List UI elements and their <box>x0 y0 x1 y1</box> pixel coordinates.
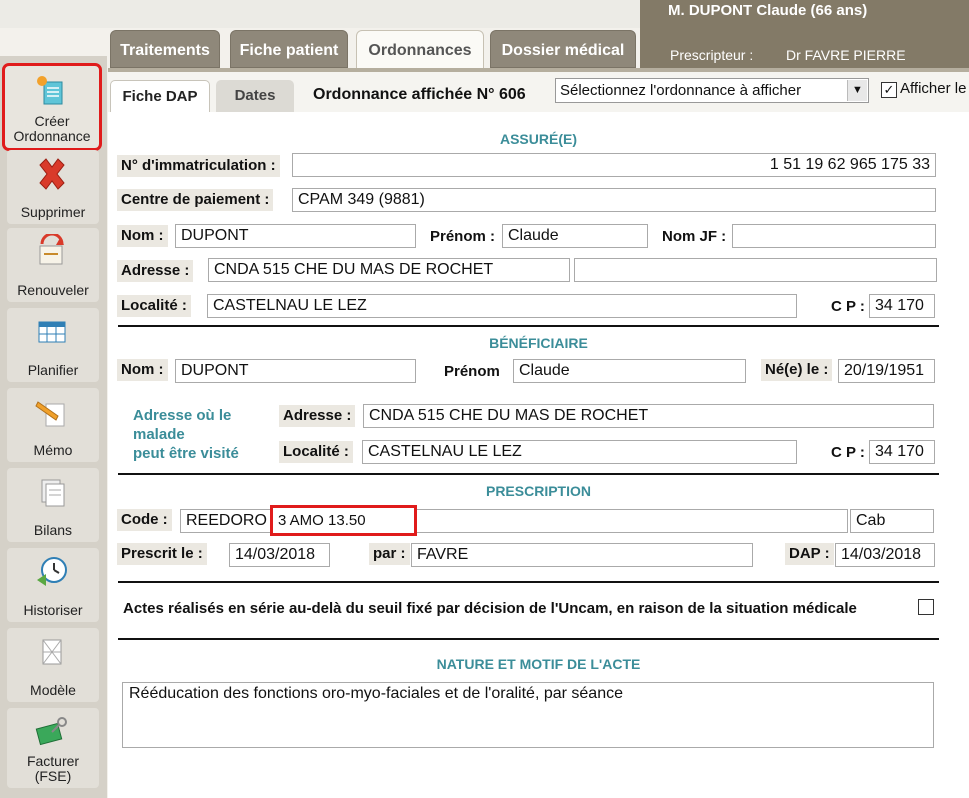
plan-button[interactable]: Planifier <box>7 308 99 382</box>
afficher-checkbox[interactable]: ✓ <box>881 82 897 98</box>
adresse2-field[interactable] <box>574 258 937 282</box>
immat-field[interactable]: 1 51 19 62 965 175 33 <box>292 153 936 177</box>
section-nature-title: NATURE ET MOTIF DE L'ACTE <box>436 656 641 672</box>
patient-name: M. DUPONT Claude (66 ans) <box>668 2 868 19</box>
localite-label: Localité : <box>117 295 191 317</box>
dap-field[interactable]: 14/03/2018 <box>835 543 935 567</box>
nom-field[interactable]: DUPONT <box>175 224 416 248</box>
prescrit-label: Prescrit le : <box>117 543 207 565</box>
memo-label: Mémo <box>33 442 73 458</box>
ordonnance-select[interactable]: Sélectionnez l'ordonnance à afficher ▼ <box>555 78 869 103</box>
renew-icon <box>39 234 64 265</box>
calendar-grid-icon <box>38 321 66 343</box>
afficher-label: Afficher le <box>900 80 967 97</box>
adresse-visite-line2: malade <box>133 426 185 443</box>
par-field[interactable]: FAVRE <box>411 543 753 567</box>
documents-icon <box>41 479 65 507</box>
ordonnance-number: Ordonnance affichée N° 606 <box>313 86 526 103</box>
delete-button[interactable]: Supprimer <box>7 150 99 224</box>
par-label: par : <box>369 543 410 565</box>
divider-prescription <box>118 581 939 583</box>
serie-checkbox[interactable] <box>918 599 934 615</box>
create-prescription-button[interactable]: Créer Ordonnance <box>2 63 102 151</box>
cp-field[interactable]: 34 170 <box>869 294 935 318</box>
benef-adresse-field[interactable]: CNDA 515 CHE DU MAS DE ROCHET <box>363 404 934 428</box>
benef-ne-field[interactable]: 20/19/1951 <box>838 359 935 383</box>
divider-assure <box>118 325 939 327</box>
adresse-visite-line3: peut être visité <box>133 445 239 462</box>
billing-card-icon <box>35 717 67 746</box>
tab-dossier-medical[interactable]: Dossier médical <box>490 30 636 68</box>
adresse-label: Adresse : <box>117 260 194 282</box>
plan-label: Planifier <box>27 362 79 378</box>
benef-cp-label: C P : <box>831 444 865 461</box>
tab-dates[interactable]: Dates <box>216 80 294 112</box>
billing-label-2: (FSE) <box>34 768 72 784</box>
create-label-1: Créer <box>34 113 70 129</box>
history-label: Historiser <box>23 602 83 618</box>
prescriber-label: Prescripteur : <box>670 47 754 63</box>
create-label-2: Ordonnance <box>13 128 91 144</box>
prenom-field[interactable]: Claude <box>502 224 648 248</box>
section-beneficiaire-title: BÉNÉFICIAIRE <box>489 335 588 351</box>
chevron-down-icon[interactable]: ▼ <box>847 80 867 101</box>
dap-label: DAP : <box>785 543 834 565</box>
tab-traitements[interactable]: Traitements <box>110 30 220 68</box>
adresse-field[interactable]: CNDA 515 CHE DU MAS DE ROCHET <box>208 258 570 282</box>
history-button[interactable]: Historiser <box>7 548 99 622</box>
benef-ne-label: Né(e) le : <box>761 359 833 381</box>
benef-nom-label: Nom : <box>117 359 168 381</box>
prescrit-field[interactable]: 14/03/2018 <box>229 543 330 567</box>
memo-button[interactable]: Mémo <box>7 388 99 462</box>
lieu-field[interactable]: Cab <box>850 509 934 533</box>
code-label: Code : <box>117 509 172 531</box>
benef-cp-field[interactable]: 34 170 <box>869 440 935 464</box>
serie-label: Actes réalisés en série au-delà du seuil… <box>123 600 857 617</box>
nom-label: Nom : <box>117 225 168 247</box>
section-prescription-title: PRESCRIPTION <box>485 483 591 499</box>
tab-fiche-dap[interactable]: Fiche DAP <box>110 80 210 112</box>
centre-label: Centre de paiement : <box>117 189 274 211</box>
centre-field[interactable]: CPAM 349 (9881) <box>292 188 936 212</box>
benef-nom-field[interactable]: DUPONT <box>175 359 416 383</box>
benef-localite-field[interactable]: CASTELNAU LE LEZ <box>362 440 797 464</box>
cp-label: C P : <box>831 298 865 315</box>
template-label: Modèle <box>30 682 76 698</box>
code-field[interactable]: REEDORO <box>180 509 272 533</box>
billing-button[interactable]: Facturer (FSE) <box>7 708 99 788</box>
immat-label: N° d'immatriculation : <box>117 155 280 177</box>
nature-textarea[interactable]: Rééducation des fonctions oro-myo-facial… <box>122 682 934 748</box>
bilans-label: Bilans <box>33 522 73 538</box>
template-icon <box>42 639 62 665</box>
nomjf-field[interactable] <box>732 224 936 248</box>
ordonnance-select-value: Sélectionnez l'ordonnance à afficher <box>560 82 802 99</box>
renew-label: Renouveler <box>17 282 89 298</box>
memo-pencil-icon <box>35 401 65 427</box>
prescriber-value: Dr FAVRE PIERRE <box>786 47 906 63</box>
adresse-visite-label: Adresse où le malade peut être visité <box>133 406 239 463</box>
localite-field[interactable]: CASTELNAU LE LEZ <box>207 294 797 318</box>
renew-button[interactable]: Renouveler <box>7 228 99 302</box>
tab-ordonnances[interactable]: Ordonnances <box>356 30 484 70</box>
history-clock-icon <box>37 557 67 586</box>
template-button[interactable]: Modèle <box>7 628 99 702</box>
divider-beneficiaire <box>118 473 939 475</box>
benef-adresse-label: Adresse : <box>279 405 356 427</box>
nomjf-label: Nom JF : <box>662 228 727 245</box>
prenom-label: Prénom : <box>430 228 496 245</box>
benef-prenom-field[interactable]: Claude <box>513 359 746 383</box>
divider-serie <box>118 638 939 640</box>
create-prescription-icon <box>37 76 63 105</box>
delete-icon <box>39 158 65 190</box>
adresse-visite-line1: Adresse où le <box>133 407 232 424</box>
benef-localite-label: Localité : <box>279 441 353 463</box>
billing-label-1: Facturer <box>26 753 80 769</box>
section-assure-title: ASSURÉ(E) <box>499 131 577 147</box>
delete-label: Supprimer <box>20 204 86 220</box>
benef-prenom-label: Prénom <box>444 363 500 380</box>
cotation-field[interactable]: 3 AMO 13.50 <box>270 505 417 536</box>
bilans-button[interactable]: Bilans <box>7 468 99 542</box>
tab-fiche-patient[interactable]: Fiche patient <box>230 30 348 68</box>
